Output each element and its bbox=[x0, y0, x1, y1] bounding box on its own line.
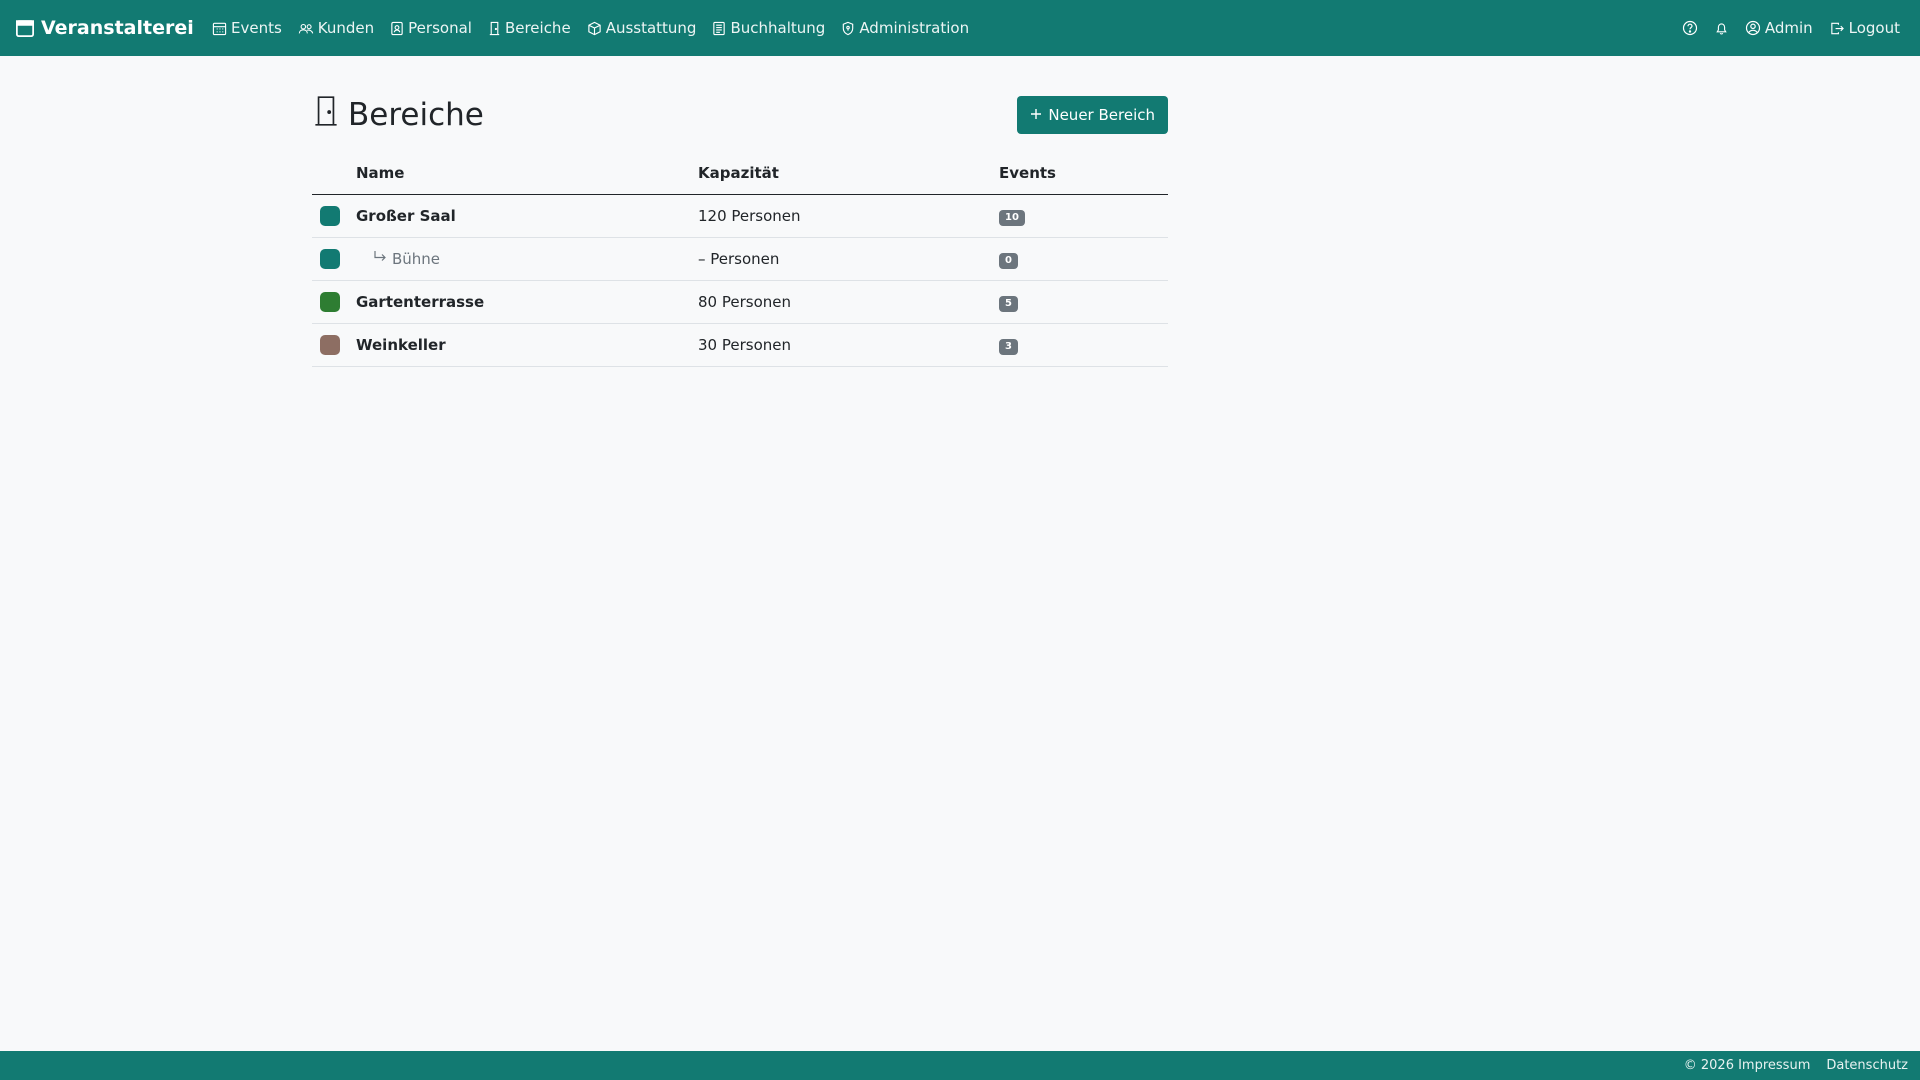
shield-icon bbox=[841, 21, 855, 36]
nav-item-events[interactable]: Events bbox=[212, 19, 282, 37]
impressum-link[interactable]: © 2026 Impressum bbox=[1684, 1058, 1811, 1073]
header-capacity: Kapazität bbox=[698, 152, 999, 195]
events-cell: 0 bbox=[999, 237, 1168, 281]
table-row[interactable]: Bühne – Personen 0 bbox=[312, 237, 1168, 281]
calendar-grid-icon bbox=[212, 21, 227, 36]
logout-link[interactable]: Logout bbox=[1829, 19, 1900, 37]
logout-label: Logout bbox=[1848, 19, 1900, 37]
door-icon bbox=[488, 21, 501, 36]
user-circle-icon bbox=[1745, 20, 1761, 36]
sub-arrow-icon bbox=[372, 250, 388, 268]
page-title: Bereiche bbox=[312, 94, 484, 136]
plus-icon bbox=[1030, 106, 1042, 124]
header-name: Name bbox=[356, 152, 698, 195]
new-area-button[interactable]: Neuer Bereich bbox=[1017, 96, 1168, 134]
capacity-cell: 30 Personen bbox=[698, 323, 999, 367]
door-icon bbox=[312, 94, 340, 136]
header-color bbox=[312, 152, 356, 195]
nav-label: Buchhaltung bbox=[730, 19, 826, 37]
events-count-badge: 10 bbox=[999, 210, 1025, 226]
events-cell: 5 bbox=[999, 280, 1168, 324]
events-count-badge: 0 bbox=[999, 253, 1018, 269]
people-icon bbox=[298, 21, 314, 36]
page-header: Bereiche Neuer Bereich bbox=[312, 56, 1168, 152]
box-icon bbox=[587, 21, 602, 36]
footer: © 2026 Impressum Datenschutz bbox=[0, 1051, 1920, 1080]
header-events: Events bbox=[999, 152, 1168, 195]
nav-label: Personal bbox=[408, 19, 472, 37]
question-circle-icon bbox=[1682, 20, 1698, 36]
color-cell bbox=[312, 280, 356, 324]
name-cell: Großer Saal bbox=[356, 194, 698, 238]
nav-item-administration[interactable]: Administration bbox=[841, 19, 969, 37]
ledger-icon bbox=[712, 21, 726, 36]
nav-label: Bereiche bbox=[504, 19, 571, 37]
nav-item-kunden[interactable]: Kunden bbox=[298, 19, 374, 37]
area-color-swatch bbox=[320, 335, 340, 355]
sub-area-label: Bühne bbox=[392, 250, 441, 268]
capacity-cell: – Personen bbox=[698, 237, 999, 281]
area-color-swatch bbox=[320, 206, 340, 226]
main-nav: Events Kunden Personal Bereiche Ausstatt… bbox=[212, 0, 969, 56]
bell-icon bbox=[1714, 20, 1729, 36]
color-cell bbox=[312, 323, 356, 367]
table-row[interactable]: Weinkeller 30 Personen 3 bbox=[312, 323, 1168, 367]
new-area-label: Neuer Bereich bbox=[1048, 106, 1155, 124]
nav-item-buchhaltung[interactable]: Buchhaltung bbox=[712, 19, 825, 37]
page-title-text: Bereiche bbox=[348, 97, 484, 133]
table-header-row: Name Kapazität Events bbox=[312, 152, 1168, 195]
brand-name: Veranstalterei bbox=[41, 17, 194, 39]
capacity-cell: 120 Personen bbox=[698, 194, 999, 238]
capacity-cell: 80 Personen bbox=[698, 280, 999, 324]
table-row[interactable]: Großer Saal 120 Personen 10 bbox=[312, 194, 1168, 238]
nav-label: Administration bbox=[859, 19, 970, 37]
logout-icon bbox=[1829, 21, 1845, 36]
notifications-button[interactable] bbox=[1714, 20, 1729, 36]
area-color-swatch bbox=[320, 292, 340, 312]
top-navbar: Veranstalterei Events Kunden Personal Be… bbox=[0, 0, 1920, 56]
name-cell: Gartenterrasse bbox=[356, 280, 698, 324]
badge-icon bbox=[390, 21, 404, 36]
area-name-link[interactable]: Gartenterrasse bbox=[356, 293, 484, 311]
events-cell: 10 bbox=[999, 194, 1168, 238]
user-name: Admin bbox=[1764, 19, 1813, 37]
nav-label: Events bbox=[231, 19, 282, 37]
area-name-link[interactable]: Weinkeller bbox=[356, 336, 446, 354]
events-cell: 3 bbox=[999, 323, 1168, 367]
nav-item-ausstattung[interactable]: Ausstattung bbox=[587, 19, 697, 37]
datenschutz-link[interactable]: Datenschutz bbox=[1826, 1058, 1908, 1073]
areas-table: Name Kapazität Events Großer Saal 120 Pe… bbox=[312, 152, 1168, 367]
sub-area-name[interactable]: Bühne bbox=[356, 250, 698, 268]
color-cell bbox=[312, 237, 356, 281]
main-content: Bereiche Neuer Bereich Name Kapazität Ev… bbox=[312, 56, 1168, 367]
color-cell bbox=[312, 194, 356, 238]
table-row[interactable]: Gartenterrasse 80 Personen 5 bbox=[312, 280, 1168, 324]
nav-item-bereiche[interactable]: Bereiche bbox=[488, 19, 571, 37]
events-count-badge: 5 bbox=[999, 296, 1018, 312]
user-nav: Admin Logout bbox=[1682, 0, 1900, 56]
nav-label: Ausstattung bbox=[605, 19, 697, 37]
name-cell: Weinkeller bbox=[356, 323, 698, 367]
nav-label: Kunden bbox=[317, 19, 375, 37]
area-name-link[interactable]: Großer Saal bbox=[356, 207, 456, 225]
area-color-swatch bbox=[320, 249, 340, 269]
events-count-badge: 3 bbox=[999, 339, 1018, 355]
user-menu[interactable]: Admin bbox=[1745, 19, 1813, 37]
name-cell: Bühne bbox=[356, 237, 698, 281]
help-button[interactable] bbox=[1682, 20, 1698, 36]
calendar-icon bbox=[15, 18, 35, 38]
nav-item-personal[interactable]: Personal bbox=[390, 19, 472, 37]
brand-link[interactable]: Veranstalterei bbox=[15, 0, 194, 56]
